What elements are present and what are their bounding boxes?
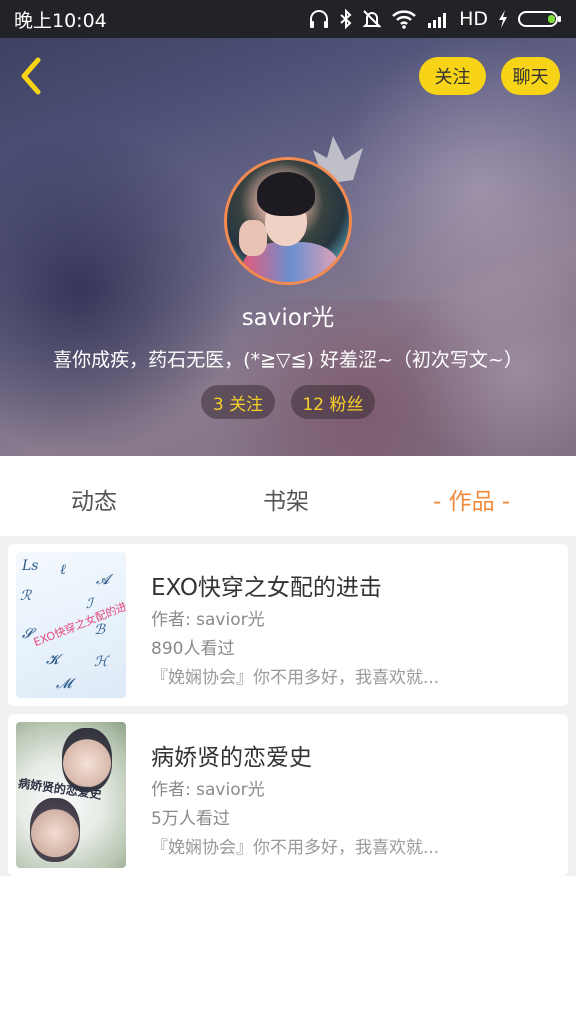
wifi-icon bbox=[392, 10, 416, 29]
work-description: 『娩娴协会』你不用多好，我喜欢就... bbox=[151, 668, 440, 688]
book-cover-image: Ls ℓ 𝓐 ℛ ℐ 𝓢 ℬ 𝓚 ℋ 𝓜 EXO快穿之女配的进击 bbox=[16, 552, 126, 698]
follow-button[interactable]: 关注 bbox=[419, 57, 486, 95]
following-count-button[interactable]: 3 关注 bbox=[201, 385, 275, 419]
charging-icon bbox=[499, 10, 507, 28]
profile-page: 晚上10:04 HD 关注 聊天 savior光 喜你成疾，药石无医，(*≧▽≦… bbox=[0, 0, 576, 1024]
work-card[interactable]: 病娇贤的恋爱史 病娇贤的恋爱史 作者: savior光 5万人看过 『娩娴协会』… bbox=[8, 714, 568, 876]
status-bar: 晚上10:04 HD bbox=[0, 0, 576, 38]
profile-tabs: 动态 书架 - 作品 - bbox=[0, 456, 576, 536]
headphones-icon bbox=[310, 10, 329, 28]
user-bio: 喜你成疾，药石无医，(*≧▽≦) 好羞涩~（初次写文~） bbox=[53, 349, 523, 371]
signal-icon bbox=[428, 13, 447, 28]
work-views: 5万人看过 bbox=[151, 809, 230, 829]
network-type-label: HD bbox=[459, 8, 488, 30]
username: savior光 bbox=[241, 305, 335, 331]
tab-activity[interactable]: 动态 bbox=[71, 482, 117, 516]
status-time: 晚上10:04 bbox=[14, 9, 107, 32]
work-title: 病娇贤的恋爱史 bbox=[151, 745, 312, 771]
work-card[interactable]: Ls ℓ 𝓐 ℛ ℐ 𝓢 ℬ 𝓚 ℋ 𝓜 EXO快穿之女配的进击 EXO快穿之女… bbox=[8, 544, 568, 706]
work-author: 作者: savior光 bbox=[151, 610, 265, 630]
work-title: EXO快穿之女配的进击 bbox=[151, 575, 382, 601]
book-cover-image: 病娇贤的恋爱史 bbox=[16, 722, 126, 868]
work-views: 890人看过 bbox=[151, 639, 235, 659]
mute-icon bbox=[362, 10, 382, 28]
fans-count-button[interactable]: 12 粉丝 bbox=[291, 385, 375, 419]
work-author: 作者: savior光 bbox=[151, 780, 265, 800]
chat-button[interactable]: 聊天 bbox=[501, 57, 560, 95]
battery-icon bbox=[518, 11, 561, 27]
back-arrow-icon[interactable] bbox=[16, 56, 48, 96]
avatar[interactable] bbox=[224, 157, 352, 285]
tab-works[interactable]: - 作品 - bbox=[433, 482, 510, 516]
cover-title-text: EXO快穿之女配的进击 bbox=[31, 595, 126, 650]
tab-bookshelf[interactable]: 书架 bbox=[263, 482, 309, 516]
work-description: 『娩娴协会』你不用多好，我喜欢就... bbox=[151, 838, 440, 858]
bluetooth-icon bbox=[340, 9, 352, 29]
